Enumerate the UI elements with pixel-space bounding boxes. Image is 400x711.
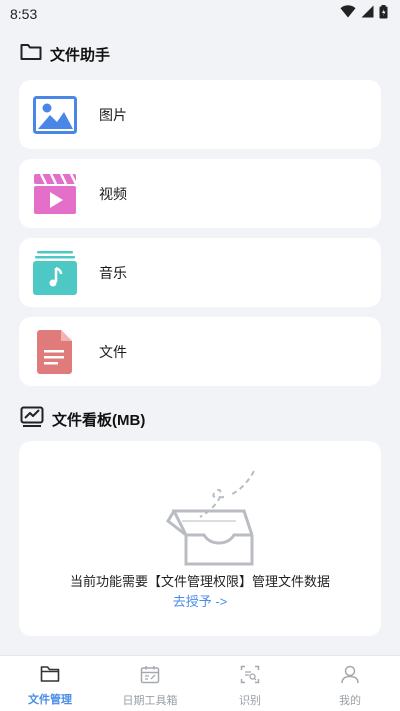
status-time: 8:53 <box>10 6 38 22</box>
battery-icon <box>379 4 388 24</box>
signal-icon <box>361 5 374 23</box>
folder-icon <box>40 665 60 688</box>
grant-permission-link[interactable]: 去授予 -> <box>19 591 381 610</box>
chart-board-icon <box>20 406 44 433</box>
empty-box-icon <box>164 469 259 574</box>
file-card-label: 文件 <box>99 343 127 360</box>
file-card-documents[interactable]: 文件 <box>19 317 381 386</box>
file-board-header: 文件看板(MB) <box>20 406 145 433</box>
wifi-icon <box>340 5 356 23</box>
file-card-music[interactable]: 音乐 <box>19 238 381 307</box>
nav-label: 日期工具箱 <box>122 695 178 707</box>
bottom-nav: 文件管理 日期工具箱 识别 我的 <box>0 655 400 711</box>
image-icon <box>33 93 77 137</box>
nav-item-file-management[interactable]: 文件管理 <box>0 656 100 711</box>
scan-icon <box>240 665 260 689</box>
status-bar: 8:53 <box>0 0 400 28</box>
nav-item-recognize[interactable]: 识别 <box>200 656 300 711</box>
file-board-title: 文件看板(MB) <box>52 412 146 429</box>
nav-item-date-toolbox[interactable]: 日期工具箱 <box>100 656 200 711</box>
document-icon <box>33 329 77 374</box>
file-card-label: 音乐 <box>99 264 127 281</box>
folder-outline-icon <box>20 42 42 67</box>
nav-label: 文件管理 <box>28 694 72 706</box>
nav-label: 我的 <box>339 695 361 707</box>
file-card-label: 视频 <box>99 185 127 202</box>
nav-item-profile[interactable]: 我的 <box>300 656 400 711</box>
video-icon <box>33 172 77 216</box>
file-board-card: 当前功能需要【文件管理权限】管理文件数据 去授予 -> <box>19 441 381 636</box>
file-assistant-title: 文件助手 <box>50 47 111 64</box>
user-icon <box>340 665 360 689</box>
nav-label: 识别 <box>239 695 261 707</box>
status-icons <box>340 4 388 24</box>
calendar-icon <box>140 665 160 689</box>
music-icon <box>33 250 77 295</box>
file-card-videos[interactable]: 视频 <box>19 159 381 228</box>
file-assistant-header: 文件助手 <box>20 42 110 67</box>
permission-message: 当前功能需要【文件管理权限】管理文件数据 <box>69 574 330 589</box>
file-card-images[interactable]: 图片 <box>19 80 381 149</box>
file-card-label: 图片 <box>99 106 127 123</box>
